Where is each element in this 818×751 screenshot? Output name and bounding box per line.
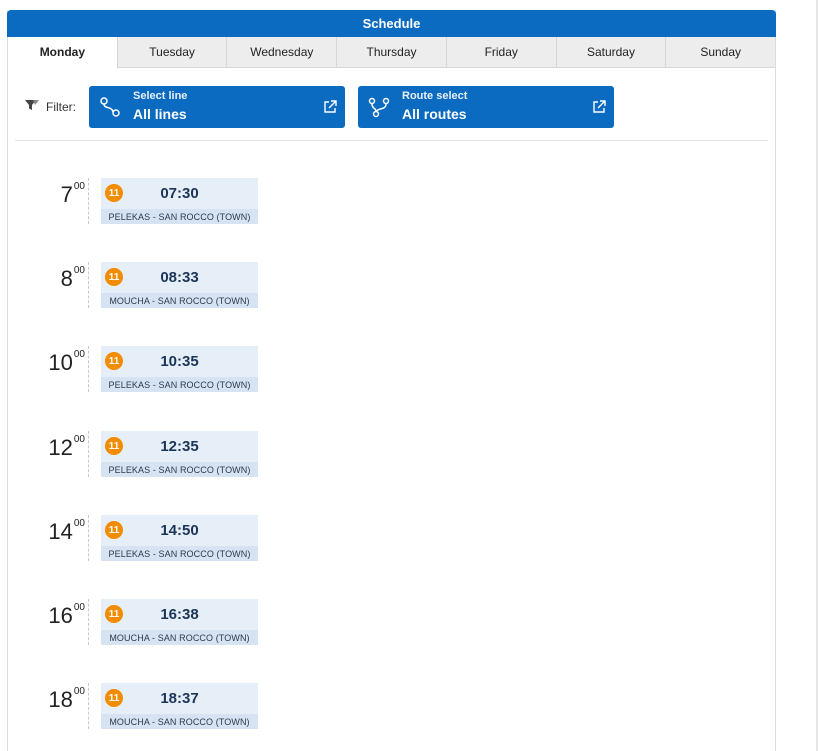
route-name: PELEKAS - SAN ROCCO (TOWN) bbox=[101, 209, 258, 224]
hour-label: 800 bbox=[60, 265, 85, 291]
filter-icon bbox=[24, 99, 40, 114]
schedule-header: Schedule bbox=[7, 10, 776, 37]
select-line-value: All lines bbox=[133, 106, 187, 122]
select-line-button[interactable]: Select line All lines bbox=[89, 86, 345, 128]
route-name: PELEKAS - SAN ROCCO (TOWN) bbox=[101, 377, 258, 392]
hour-divider bbox=[88, 683, 89, 729]
departure-card[interactable]: 11 14:50 PELEKAS - SAN ROCCO (TOWN) bbox=[101, 515, 258, 561]
route-select-button[interactable]: Route select All routes bbox=[358, 86, 614, 128]
filter-divider bbox=[15, 140, 768, 141]
hour-divider bbox=[88, 346, 89, 392]
departure-time: 08:33 bbox=[160, 269, 199, 286]
departure-card[interactable]: 11 16:38 MOUCHA - SAN ROCCO (TOWN) bbox=[101, 599, 258, 645]
hour-label: 1400 bbox=[48, 518, 85, 544]
filter-label: Filter: bbox=[24, 99, 76, 114]
route-name: MOUCHA - SAN ROCCO (TOWN) bbox=[101, 714, 258, 729]
departure-time: 07:30 bbox=[160, 185, 199, 202]
departure-card[interactable]: 11 07:30 PELEKAS - SAN ROCCO (TOWN) bbox=[101, 178, 258, 224]
hour-row: 1800 11 18:37 MOUCHA - SAN ROCCO (TOWN) bbox=[8, 683, 775, 733]
hour-label: 1000 bbox=[48, 349, 85, 375]
hour-row: 1200 11 12:35 PELEKAS - SAN ROCCO (TOWN) bbox=[8, 431, 775, 481]
route-name: PELEKAS - SAN ROCCO (TOWN) bbox=[101, 546, 258, 561]
departure-card[interactable]: 11 18:37 MOUCHA - SAN ROCCO (TOWN) bbox=[101, 683, 258, 729]
tab-monday[interactable]: Monday bbox=[8, 37, 117, 68]
external-link-icon bbox=[593, 100, 606, 113]
departure-card[interactable]: 11 08:33 MOUCHA - SAN ROCCO (TOWN) bbox=[101, 262, 258, 308]
hour-row: 1600 11 16:38 MOUCHA - SAN ROCCO (TOWN) bbox=[8, 599, 775, 649]
hour-row: 1000 11 10:35 PELEKAS - SAN ROCCO (TOWN) bbox=[8, 346, 775, 396]
filter-bar: Filter: Select line All lines Route sele… bbox=[8, 86, 775, 128]
tab-sunday[interactable]: Sunday bbox=[665, 37, 776, 67]
tab-tuesday[interactable]: Tuesday bbox=[116, 37, 227, 67]
departure-time: 18:37 bbox=[160, 690, 199, 707]
route-select-value: All routes bbox=[402, 106, 467, 122]
hour-divider bbox=[88, 599, 89, 645]
schedule-panel: Schedule Monday Tuesday Wednesday Thursd… bbox=[7, 10, 776, 751]
hour-label: 1200 bbox=[48, 434, 85, 460]
day-tabs: Monday Tuesday Wednesday Thursday Friday… bbox=[8, 37, 776, 68]
select-line-caption: Select line bbox=[133, 90, 188, 102]
hour-divider bbox=[88, 178, 89, 224]
hour-label: 1600 bbox=[48, 602, 85, 628]
external-link-icon bbox=[324, 100, 337, 113]
hour-row: 800 11 08:33 MOUCHA - SAN ROCCO (TOWN) bbox=[8, 262, 775, 312]
route-select-caption: Route select bbox=[402, 90, 468, 102]
route-name: MOUCHA - SAN ROCCO (TOWN) bbox=[101, 293, 258, 308]
hour-divider bbox=[88, 431, 89, 477]
departure-time: 10:35 bbox=[160, 353, 199, 370]
hour-row: 700 11 07:30 PELEKAS - SAN ROCCO (TOWN) bbox=[8, 178, 775, 228]
departure-time: 16:38 bbox=[160, 606, 199, 623]
departure-time: 14:50 bbox=[160, 522, 199, 539]
line-route-icon bbox=[100, 97, 120, 117]
route-name: PELEKAS - SAN ROCCO (TOWN) bbox=[101, 462, 258, 477]
filter-label-text: Filter: bbox=[46, 99, 76, 114]
tab-friday[interactable]: Friday bbox=[445, 37, 556, 67]
departure-time: 12:35 bbox=[160, 438, 199, 455]
departure-card[interactable]: 11 10:35 PELEKAS - SAN ROCCO (TOWN) bbox=[101, 346, 258, 392]
tab-thursday[interactable]: Thursday bbox=[336, 37, 446, 67]
hour-label: 1800 bbox=[48, 686, 85, 712]
tab-saturday[interactable]: Saturday bbox=[555, 37, 666, 67]
schedule-title: Schedule bbox=[362, 16, 421, 31]
hour-divider bbox=[88, 262, 89, 308]
branch-route-icon bbox=[368, 97, 390, 118]
hour-row: 1400 11 14:50 PELEKAS - SAN ROCCO (TOWN) bbox=[8, 515, 775, 565]
hour-label: 700 bbox=[60, 181, 85, 207]
route-name: MOUCHA - SAN ROCCO (TOWN) bbox=[101, 630, 258, 645]
tab-wednesday[interactable]: Wednesday bbox=[226, 37, 337, 67]
departure-card[interactable]: 11 12:35 PELEKAS - SAN ROCCO (TOWN) bbox=[101, 431, 258, 477]
hour-divider bbox=[88, 515, 89, 561]
